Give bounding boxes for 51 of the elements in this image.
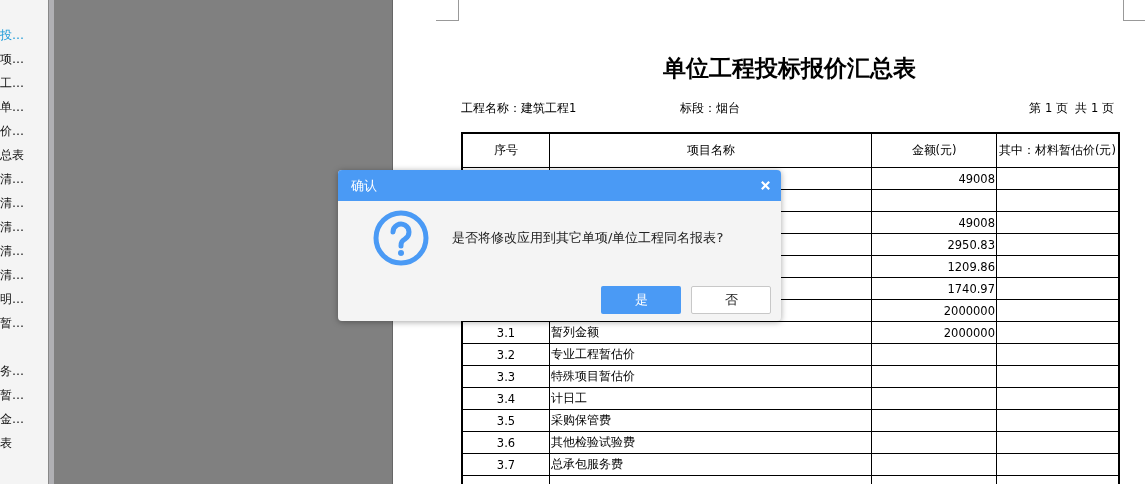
column-header: 项目名称 [549, 133, 872, 168]
table-cell: 采购保管费 [551, 413, 611, 427]
column-header: 序号 [462, 133, 550, 168]
crop-mark [1123, 0, 1145, 21]
table-cell: 其他检验试验费 [551, 435, 635, 449]
project-name: 工程名称：建筑工程1 [461, 101, 578, 117]
dialog-message: 是否将修改应用到其它单项/单位工程同名报表? [452, 229, 724, 247]
table-cell: 计日工 [551, 391, 587, 405]
tree-item[interactable]: 务… [0, 335, 48, 383]
tree-item[interactable]: 清… [0, 215, 48, 239]
tree-item[interactable]: 清… [0, 191, 48, 215]
table-cell: 3.4 [496, 391, 516, 406]
tree-item[interactable]: 价… [0, 119, 48, 143]
table-cell: 总承包服务费 [551, 457, 623, 471]
tree-item[interactable]: 明… [0, 287, 48, 311]
table-cell: 2950.83 [947, 237, 995, 252]
page-info: 第 1 页 共 1 页 [1029, 101, 1115, 117]
report-title: 单位工程投标报价汇总表 [662, 54, 917, 83]
table-cell: 3.1 [496, 325, 516, 340]
tree-item[interactable]: 表 [0, 431, 48, 455]
table-cell: 2000000 [943, 303, 995, 318]
table-cell: 专业工程暂估价 [551, 347, 635, 361]
crop-mark [436, 0, 459, 21]
cancel-button[interactable]: 否 [691, 286, 771, 314]
section-label: 标段：烟台 [680, 101, 741, 117]
table-cell: 3.5 [496, 413, 516, 428]
table-cell: 49008 [958, 171, 995, 186]
tree-item[interactable]: 项… [0, 47, 48, 71]
table-cell: 3.7 [496, 457, 516, 472]
tree-item[interactable]: 工… [0, 71, 48, 95]
table-cell: 特殊项目暂估价 [551, 369, 635, 383]
tree-item[interactable]: 暂… [0, 311, 48, 335]
table-cell: 49008 [958, 215, 995, 230]
close-icon[interactable] [760, 180, 771, 191]
tree-item[interactable]: 清… [0, 167, 48, 191]
table-cell: 2000000 [943, 325, 995, 340]
table-cell: 3.3 [496, 369, 516, 384]
table-cell: 暂列金额 [551, 325, 599, 339]
tree-item[interactable]: 金… [0, 407, 48, 431]
table-cell: 1740.97 [947, 281, 995, 296]
tree-item[interactable]: 清… [0, 263, 48, 287]
tree-item[interactable]: 单… [0, 95, 48, 119]
table-cell: 3.6 [496, 435, 516, 450]
tree-item[interactable]: 清… [0, 239, 48, 263]
table-cell: 1209.86 [947, 259, 995, 274]
tree-item[interactable]: 总表 [0, 143, 48, 167]
question-icon [372, 209, 430, 267]
column-header: 金额(元) [871, 133, 997, 168]
table-cell: 3.2 [496, 347, 516, 362]
dialog-title: 确认 [351, 176, 377, 195]
tree-item[interactable]: 暂… [0, 383, 48, 407]
